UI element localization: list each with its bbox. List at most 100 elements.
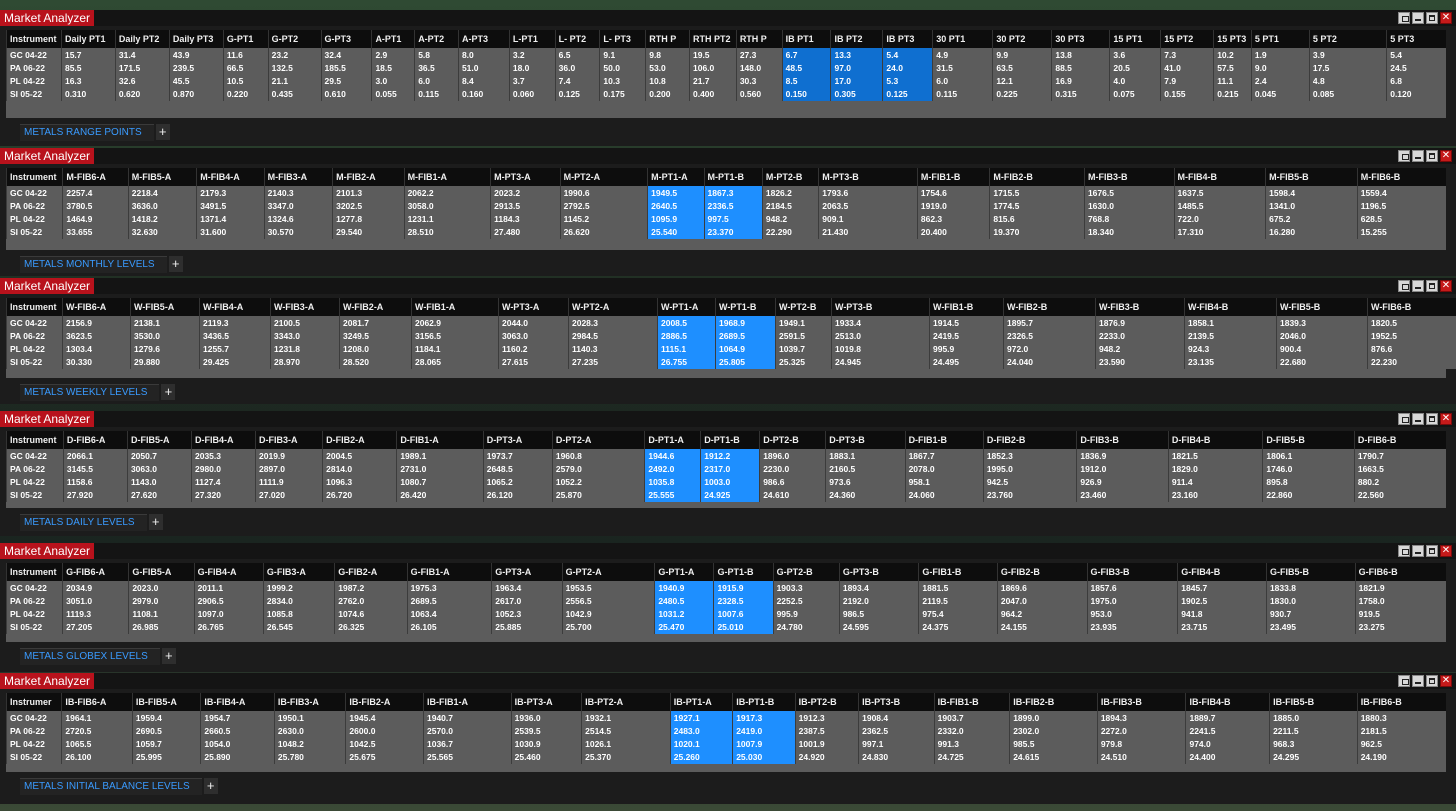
column-header[interactable]: G-FIB6-A (62, 563, 129, 581)
value-cell[interactable]: 1485.5 (1173, 200, 1266, 213)
column-header[interactable]: M-PT2-A (559, 168, 648, 186)
column-header[interactable]: IB-FIB5-A (131, 693, 201, 711)
value-cell[interactable]: 2257.4 (62, 186, 129, 200)
value-cell[interactable]: 1637.5 (1173, 186, 1266, 200)
value-cell[interactable]: 22.860 (1262, 489, 1355, 502)
value-cell[interactable]: 25.995 (131, 751, 201, 764)
add-tab-icon[interactable]: + (155, 124, 170, 140)
value-cell[interactable]: 2.9 (371, 48, 415, 62)
value-cell[interactable]: 25.885 (491, 621, 563, 634)
value-cell[interactable]: 2230.0 (759, 463, 826, 476)
instrument-cell[interactable]: GC 04-22 (6, 449, 64, 463)
value-cell[interactable]: 28.520 (339, 356, 412, 369)
column-header[interactable]: D-FIB3-A (255, 431, 323, 449)
value-cell[interactable]: 1196.5 (1356, 200, 1446, 213)
value-cell[interactable]: 32.6 (114, 75, 170, 88)
column-header[interactable]: G-FIB2-B (996, 563, 1088, 581)
value-cell[interactable]: 995.9 (929, 343, 1004, 356)
column-header[interactable]: G-FIB3-B (1086, 563, 1178, 581)
value-cell[interactable]: 1085.8 (262, 608, 335, 621)
value-cell[interactable]: 20.5 (1109, 62, 1161, 75)
value-cell[interactable]: 880.2 (1353, 476, 1446, 489)
value-cell[interactable]: 924.3 (1184, 343, 1277, 356)
value-cell[interactable]: 63.5 (992, 62, 1052, 75)
value-cell[interactable]: 6.7 (781, 48, 831, 62)
column-header[interactable]: IB-FIB2-B (1009, 693, 1098, 711)
value-cell[interactable]: 1895.7 (1003, 316, 1096, 330)
column-header[interactable]: W-FIB3-B (1095, 298, 1185, 316)
value-cell[interactable]: 6.0 (932, 75, 993, 88)
column-header[interactable]: D-FIB5-A (126, 431, 192, 449)
value-cell[interactable]: 36.5 (414, 62, 459, 75)
column-header[interactable]: D-FIB3-B (1076, 431, 1169, 449)
value-cell[interactable]: 2119.3 (199, 316, 271, 330)
column-header[interactable]: M-PT1-A (647, 168, 704, 186)
value-cell[interactable]: 6.8 (1386, 75, 1446, 88)
value-cell[interactable]: 1857.6 (1086, 581, 1178, 595)
value-cell[interactable]: 2886.5 (657, 330, 716, 343)
column-header[interactable]: W-FIB6-B (1367, 298, 1456, 316)
value-cell[interactable]: 0.155 (1160, 88, 1214, 101)
value-cell[interactable]: 10.5 (222, 75, 269, 88)
value-cell[interactable]: 2913.5 (490, 200, 561, 213)
instrument-cell[interactable]: PA 06-22 (6, 62, 62, 75)
column-header[interactable]: G-PT3-A (491, 563, 563, 581)
column-header[interactable]: G-PT2-B (772, 563, 840, 581)
value-cell[interactable]: 1279.6 (130, 343, 200, 356)
value-cell[interactable]: 2762.0 (334, 595, 408, 608)
value-cell[interactable]: 1927.1 (669, 711, 733, 725)
value-cell[interactable]: 6.5 (554, 48, 600, 62)
column-header[interactable]: 30 PT1 (932, 30, 993, 48)
value-cell[interactable]: 1940.9 (654, 581, 714, 595)
column-header[interactable]: D-PT1-A (644, 431, 701, 449)
value-cell[interactable]: 25.540 (647, 226, 704, 239)
value-cell[interactable]: 2063.5 (818, 200, 918, 213)
value-cell[interactable]: 1054.0 (200, 738, 275, 751)
window-close-icon[interactable]: ✕ (1440, 12, 1452, 24)
value-cell[interactable]: 1902.5 (1177, 595, 1267, 608)
value-cell[interactable]: 0.115 (414, 88, 459, 101)
value-cell[interactable]: 24.780 (772, 621, 840, 634)
value-cell[interactable]: 26.100 (61, 751, 133, 764)
instrument-cell[interactable]: SI 05-22 (6, 88, 62, 101)
instrument-cell[interactable]: SI 05-22 (5, 751, 62, 764)
value-cell[interactable]: 1042.5 (345, 738, 424, 751)
value-cell[interactable]: 28.510 (403, 226, 491, 239)
value-cell[interactable]: 0.125 (882, 88, 933, 101)
window-maximize-icon[interactable] (1426, 675, 1438, 687)
value-cell[interactable]: 25.565 (422, 751, 512, 764)
value-cell[interactable]: 1255.7 (199, 343, 271, 356)
column-header[interactable]: Instrument (6, 30, 62, 48)
value-cell[interactable]: 24.595 (838, 621, 919, 634)
value-cell[interactable]: 2233.0 (1095, 330, 1185, 343)
value-cell[interactable]: 1912.3 (794, 711, 859, 725)
value-cell[interactable]: 171.5 (114, 62, 170, 75)
column-header[interactable]: 5 PT2 (1308, 30, 1387, 48)
value-cell[interactable]: 1115.1 (657, 343, 716, 356)
value-cell[interactable]: 3347.0 (263, 200, 333, 213)
value-cell[interactable]: 0.150 (781, 88, 831, 101)
value-cell[interactable]: 2317.0 (700, 463, 760, 476)
column-header[interactable]: RTH P (645, 30, 690, 48)
value-cell[interactable]: 3780.5 (62, 200, 129, 213)
value-cell[interactable]: 1598.4 (1265, 186, 1358, 200)
value-cell[interactable]: 1960.8 (551, 449, 645, 463)
column-header[interactable]: W-PT3-A (498, 298, 569, 316)
value-cell[interactable]: 2138.1 (130, 316, 200, 330)
column-header[interactable]: L- PT3 (599, 30, 646, 48)
value-cell[interactable]: 9.9 (992, 48, 1052, 62)
window-close-icon[interactable]: ✕ (1440, 675, 1452, 687)
column-header[interactable]: W-PT2-B (775, 298, 832, 316)
value-cell[interactable]: 2211.5 (1269, 725, 1358, 738)
table-row[interactable]: PL 04-22 1065.5 1059.7 1054.0 1048.2 1042.5 10… (5, 738, 1446, 751)
value-cell[interactable]: 24.400 (1185, 751, 1270, 764)
column-header[interactable]: D-PT3-B (825, 431, 906, 449)
column-header[interactable]: G-FIB3-A (262, 563, 335, 581)
value-cell[interactable]: 1746.0 (1262, 463, 1355, 476)
value-cell[interactable]: 1030.9 (510, 738, 582, 751)
value-cell[interactable]: 8.0 (457, 48, 510, 62)
window-titlebar[interactable]: Market Analyzer ✕ (0, 673, 1456, 689)
value-cell[interactable]: 1464.9 (62, 213, 129, 226)
column-header[interactable]: W-FIB4-A (199, 298, 271, 316)
value-cell[interactable]: 9.0 (1250, 62, 1310, 75)
